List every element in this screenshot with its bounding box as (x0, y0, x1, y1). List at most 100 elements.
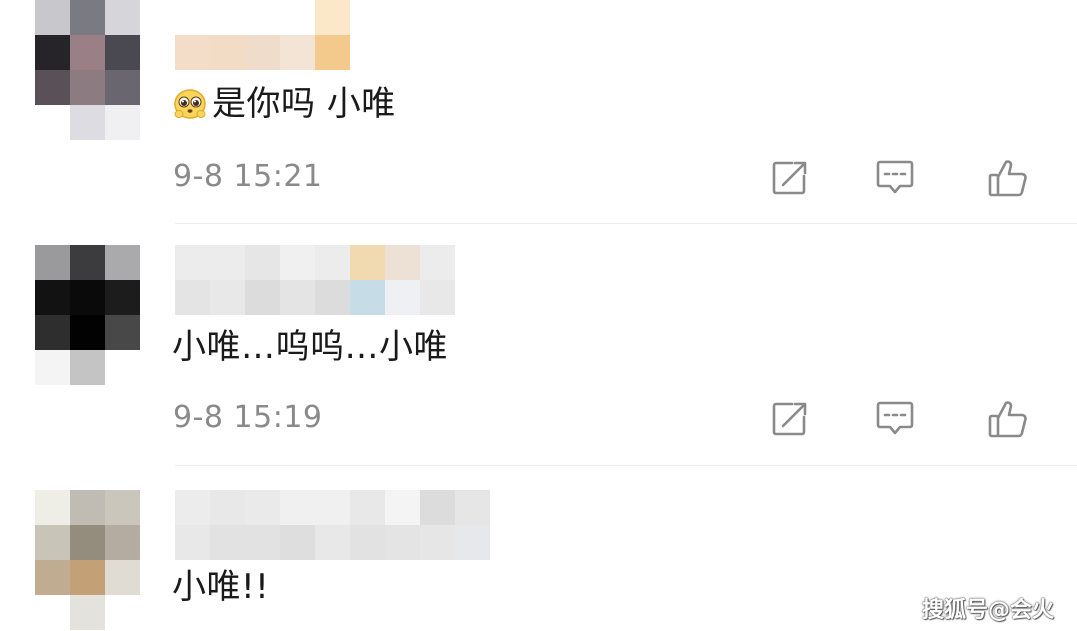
like-button[interactable] (986, 397, 1030, 441)
comment-icon (876, 160, 914, 194)
username-pixel (385, 490, 420, 525)
username-pixel (175, 0, 210, 35)
username-pixel (385, 280, 420, 315)
avatar-pixel (105, 350, 140, 385)
avatar-pixel (35, 245, 70, 280)
username-pixel (280, 490, 315, 525)
avatar-pixel (35, 280, 70, 315)
username-pixel (350, 245, 385, 280)
username-pixel (420, 490, 455, 525)
username-pixel (210, 0, 245, 35)
avatar-pixel (105, 315, 140, 350)
comment-item: 小唯…呜呜…小唯 9-8 15:19 (0, 225, 1077, 467)
avatar[interactable] (35, 490, 140, 630)
avatar-pixel (70, 490, 105, 525)
pleading-face-emoji-icon (174, 89, 206, 119)
username-pixel (175, 525, 210, 560)
username-pixel (245, 245, 280, 280)
share-icon (772, 161, 807, 195)
avatar-pixel (35, 490, 70, 525)
avatar-pixel (35, 70, 70, 105)
username-pixel (315, 490, 350, 525)
username-pixel (315, 245, 350, 280)
username-pixel (315, 35, 350, 70)
comment-text-content: 是你吗 小唯 (212, 84, 396, 124)
avatar-pixel (35, 560, 70, 595)
avatar-pixel (35, 525, 70, 560)
avatar-pixel (70, 0, 105, 35)
avatar-pixel (35, 105, 70, 140)
avatar[interactable] (35, 245, 140, 385)
avatar-pixel (70, 315, 105, 350)
avatar-pixel (105, 525, 140, 560)
reply-button[interactable] (873, 156, 917, 200)
share-button[interactable] (768, 397, 812, 441)
username-pixel (175, 35, 210, 70)
avatar-pixel (35, 315, 70, 350)
comment-text: 小唯!! (172, 567, 269, 607)
username-pixel (455, 490, 490, 525)
username-pixel (210, 280, 245, 315)
username-pixel (315, 525, 350, 560)
thumbs-up-icon (988, 160, 1027, 197)
username-pixel (280, 35, 315, 70)
username-pixel (280, 245, 315, 280)
avatar-pixel (105, 0, 140, 35)
username-pixel (385, 525, 420, 560)
comment-text: 小唯…呜呜…小唯 (172, 327, 448, 367)
reply-button[interactable] (873, 397, 917, 441)
username-pixel (280, 525, 315, 560)
avatar-pixel (35, 350, 70, 385)
username-pixel (350, 525, 385, 560)
avatar-pixel (35, 0, 70, 35)
username-pixel (420, 245, 455, 280)
username-pixel (350, 280, 385, 315)
username-pixel (245, 490, 280, 525)
username-pixel (175, 490, 210, 525)
comment-item: 小唯!! (0, 467, 1077, 631)
comment-time: 9-8 15:21 (173, 159, 323, 194)
username-blurred[interactable] (175, 490, 490, 560)
username-pixel (245, 280, 280, 315)
username-blurred[interactable] (175, 0, 350, 70)
divider (175, 223, 1077, 224)
avatar-pixel (70, 350, 105, 385)
username-pixel (210, 245, 245, 280)
username-pixel (385, 245, 420, 280)
comment-time: 9-8 15:19 (173, 400, 323, 435)
username-pixel (210, 525, 245, 560)
avatar-pixel (35, 595, 70, 630)
username-pixel (245, 0, 280, 35)
avatar-pixel (105, 595, 140, 630)
like-button[interactable] (986, 156, 1030, 200)
username-pixel (420, 280, 455, 315)
comment-text-content: 小唯!! (172, 567, 270, 607)
share-icon (772, 402, 807, 436)
username-pixel (175, 245, 210, 280)
username-pixel (350, 490, 385, 525)
avatar[interactable] (35, 0, 140, 140)
divider (175, 465, 1077, 466)
comment-text: 是你吗 小唯 (172, 84, 396, 124)
avatar-pixel (105, 105, 140, 140)
avatar-pixel (70, 245, 105, 280)
avatar-pixel (105, 560, 140, 595)
share-button[interactable] (768, 156, 812, 200)
username-pixel (315, 280, 350, 315)
username-pixel (210, 35, 245, 70)
username-blurred[interactable] (175, 245, 455, 315)
username-pixel (455, 525, 490, 560)
avatar-pixel (105, 35, 140, 70)
avatar-pixel (105, 70, 140, 105)
username-pixel (210, 490, 245, 525)
username-pixel (280, 0, 315, 35)
username-pixel (175, 280, 210, 315)
avatar-pixel (105, 280, 140, 315)
avatar-pixel (105, 490, 140, 525)
avatar-pixel (70, 595, 105, 630)
avatar-pixel (70, 280, 105, 315)
username-pixel (420, 525, 455, 560)
thumbs-up-icon (988, 401, 1027, 438)
avatar-pixel (70, 560, 105, 595)
username-pixel (245, 35, 280, 70)
